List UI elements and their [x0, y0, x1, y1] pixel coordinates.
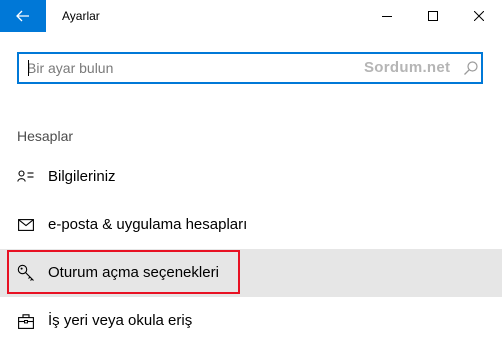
close-button[interactable]	[456, 0, 502, 32]
nav-item-bilgileriniz[interactable]: Bilgileriniz	[0, 153, 502, 201]
nav-item-label: e-posta & uygulama hesapları	[48, 216, 248, 233]
title-bar: Ayarlar	[0, 0, 502, 32]
close-icon	[474, 11, 484, 21]
maximize-icon	[428, 11, 438, 21]
nav-item-work-school[interactable]: İş yeri veya okula eriş	[0, 297, 502, 345]
briefcase-icon	[16, 311, 36, 331]
back-arrow-icon	[16, 10, 29, 22]
search-box[interactable]: Sordum.net	[17, 52, 483, 84]
maximize-button[interactable]	[410, 0, 456, 32]
highlight-annotation-box	[7, 250, 240, 294]
window-title: Ayarlar	[62, 9, 100, 23]
watermark-text: Sordum.net	[364, 59, 451, 76]
mail-icon	[16, 215, 36, 235]
person-info-icon	[16, 167, 36, 187]
search-icon[interactable]	[463, 60, 479, 76]
nav-item-email-accounts[interactable]: e-posta & uygulama hesapları	[0, 201, 502, 249]
minimize-icon	[382, 16, 392, 17]
nav-item-label: Bilgileriniz	[48, 168, 116, 185]
text-caret	[28, 60, 29, 76]
back-button[interactable]	[0, 0, 46, 32]
nav-item-label: İş yeri veya okula eriş	[48, 312, 193, 329]
section-heading: Hesaplar	[17, 128, 74, 144]
minimize-button[interactable]	[364, 0, 410, 32]
search-input[interactable]	[27, 54, 327, 82]
